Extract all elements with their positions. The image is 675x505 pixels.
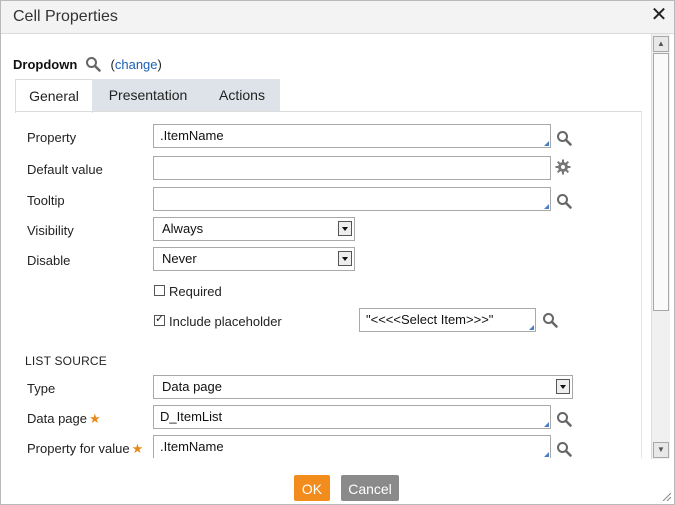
placeholder-value: "<<<<Select Item>>>"	[366, 312, 494, 327]
visibility-value: Always	[162, 221, 204, 236]
control-header: Dropdown (change)	[13, 56, 162, 72]
data-page-input[interactable]: D_ItemList	[153, 405, 551, 429]
visibility-select[interactable]: Always	[153, 217, 355, 241]
cell-properties-dialog: Cell Properties ✕ Dropdown (change) Gene…	[0, 0, 675, 505]
property-search-icon[interactable]	[556, 130, 572, 146]
type-value: Data page	[162, 379, 222, 394]
property-for-value-input[interactable]: .ItemName	[153, 435, 551, 458]
default-value-label: Default value	[27, 162, 103, 177]
tab-presentation[interactable]: Presentation	[92, 79, 204, 112]
property-for-value-value: .ItemName	[160, 439, 224, 454]
scroll-up-icon[interactable]: ▲	[653, 36, 669, 52]
search-icon[interactable]	[85, 56, 101, 72]
change-link[interactable]: change	[115, 57, 158, 72]
tab-actions[interactable]: Actions	[204, 79, 280, 112]
visibility-label: Visibility	[27, 223, 74, 238]
type-select[interactable]: Data page	[153, 375, 573, 399]
ok-button[interactable]: OK	[294, 475, 330, 501]
data-page-search-icon[interactable]	[556, 411, 572, 427]
chevron-down-icon[interactable]	[556, 379, 570, 394]
dialog-titlebar: Cell Properties ✕	[1, 1, 674, 34]
property-for-value-label: Property for value ★	[27, 441, 144, 456]
required-star-icon: ★	[89, 411, 101, 426]
required-checkbox[interactable]	[154, 285, 165, 296]
include-placeholder-checkbox[interactable]	[154, 312, 165, 326]
property-input[interactable]: .ItemName	[153, 124, 551, 148]
dialog-footer: OK Cancel	[1, 459, 674, 504]
placeholder-search-icon[interactable]	[542, 312, 558, 328]
list-source-heading: LIST SOURCE	[25, 354, 107, 368]
dialog-title: Cell Properties	[13, 8, 118, 25]
gear-icon[interactable]	[555, 159, 571, 175]
vertical-scrollbar[interactable]: ▲ ▼	[651, 34, 670, 459]
change-paren-close: )	[157, 57, 162, 72]
tooltip-label: Tooltip	[27, 193, 65, 208]
data-page-value: D_ItemList	[160, 409, 223, 424]
scrollbar-thumb[interactable]	[653, 53, 669, 311]
disable-label: Disable	[27, 253, 71, 268]
close-icon[interactable]: ✕	[649, 3, 669, 27]
resize-grip-icon[interactable]	[661, 491, 671, 501]
required-label: Required	[169, 284, 222, 299]
property-label: Property	[27, 130, 77, 145]
property-value: .ItemName	[160, 128, 224, 143]
control-type-label: Dropdown	[13, 57, 78, 72]
property-for-value-search-icon[interactable]	[556, 441, 572, 457]
cancel-button[interactable]: Cancel	[341, 475, 399, 501]
data-page-label: Data page ★	[27, 411, 101, 426]
dialog-content: Dropdown (change) General Presentation A…	[1, 34, 651, 458]
default-value-input[interactable]	[153, 156, 551, 180]
disable-select[interactable]: Never	[153, 247, 355, 271]
tooltip-input[interactable]	[153, 187, 551, 211]
required-star-icon: ★	[131, 441, 144, 456]
placeholder-input[interactable]: "<<<<Select Item>>>"	[359, 308, 536, 332]
chevron-down-icon[interactable]	[338, 221, 352, 236]
tooltip-search-icon[interactable]	[556, 193, 572, 209]
scroll-down-icon[interactable]: ▼	[653, 442, 669, 458]
type-label: Type	[27, 381, 56, 396]
chevron-down-icon[interactable]	[338, 251, 352, 266]
include-placeholder-label: Include placeholder	[169, 314, 282, 329]
tab-general[interactable]: General	[15, 79, 93, 113]
disable-value: Never	[162, 251, 197, 266]
